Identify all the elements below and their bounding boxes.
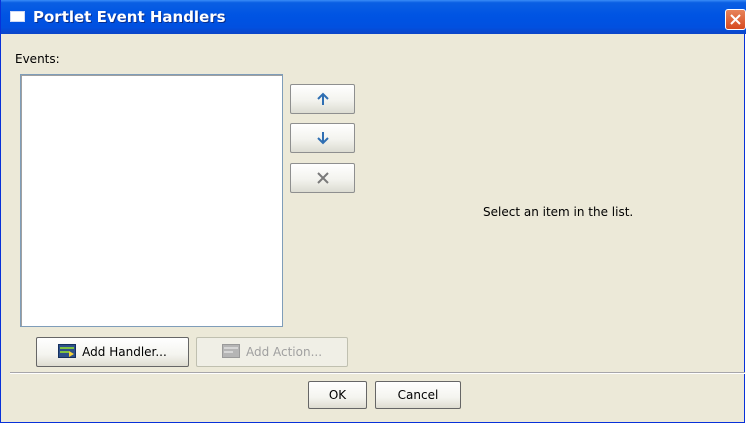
add-action-label: Add Action...	[245, 345, 323, 359]
arrow-down-icon	[317, 132, 329, 145]
status-message: Select an item in the list.	[483, 205, 634, 219]
events-listbox[interactable]	[20, 74, 283, 327]
add-action-icon	[221, 343, 240, 361]
dialog-window: Portlet Event Handlers Events: Select an…	[0, 0, 746, 423]
arrow-up-icon	[317, 92, 329, 105]
add-handler-icon	[58, 343, 77, 361]
events-label: Events:	[15, 52, 60, 66]
add-action-button[interactable]: Add Action...	[196, 337, 348, 367]
move-down-button[interactable]	[290, 123, 355, 153]
window-icon	[10, 11, 25, 22]
window-title: Portlet Event Handlers	[33, 8, 226, 26]
close-button[interactable]	[725, 9, 746, 30]
add-handler-button[interactable]: Add Handler...	[36, 337, 189, 367]
cancel-label: Cancel	[397, 388, 439, 402]
move-up-button[interactable]	[290, 84, 355, 114]
ok-label: OK	[328, 388, 347, 402]
ok-button[interactable]: OK	[308, 381, 367, 409]
title-bar[interactable]: Portlet Event Handlers	[1, 0, 746, 34]
cancel-button[interactable]: Cancel	[375, 381, 461, 409]
add-handler-label: Add Handler...	[82, 345, 167, 359]
close-icon	[730, 14, 741, 25]
remove-button[interactable]	[290, 163, 355, 193]
footer-separator	[10, 372, 745, 374]
delete-x-icon	[317, 172, 329, 184]
